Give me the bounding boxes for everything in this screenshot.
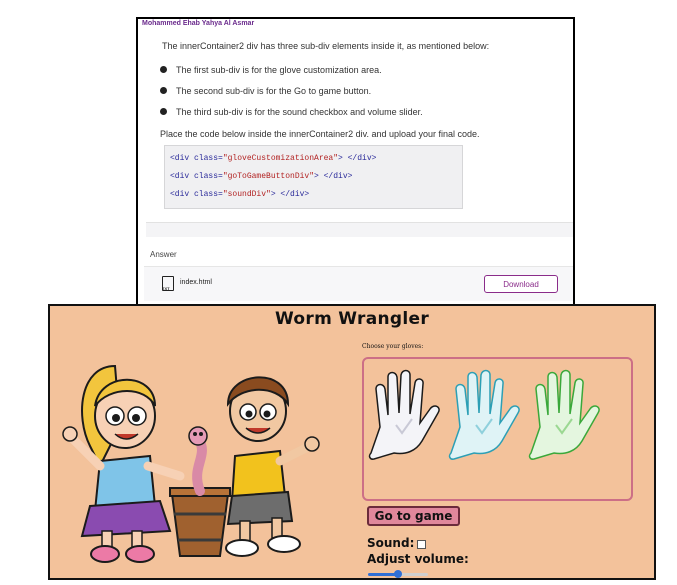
glove-green-icon[interactable] (526, 367, 606, 463)
kids-with-worm-illustration (62, 364, 320, 563)
list-item: The first sub-div is for the glove custo… (160, 65, 423, 86)
code-tag: <div class= (170, 190, 223, 199)
bullet-list: The first sub-div is for the glove custo… (160, 65, 423, 128)
bullet-text: The second sub-div is for the Go to game… (176, 86, 372, 96)
divider (146, 222, 573, 237)
sound-row: Sound: (367, 536, 427, 550)
download-button[interactable]: Download (484, 275, 558, 293)
list-item: The third sub-div is for the sound check… (160, 107, 423, 128)
assignment-panel: Mohammed Ehab Yahya Al Asmar The innerCo… (136, 17, 575, 306)
slider-thumb[interactable] (394, 570, 402, 578)
code-line: <div class="gloveCustomizationArea"> </d… (170, 154, 376, 163)
code-string: "goToGameButtonDiv" (222, 172, 315, 181)
choose-gloves-label: Choose your gloves: (362, 343, 424, 350)
sound-checkbox[interactable] (417, 540, 427, 549)
volume-slider[interactable] (368, 570, 428, 578)
bullet-icon (160, 66, 167, 73)
code-line: <div class="soundDiv"> </div> (170, 190, 309, 199)
code-string: "gloveCustomizationArea" (222, 154, 339, 163)
answer-label: Answer (150, 250, 177, 259)
bullet-icon (160, 108, 167, 115)
volume-label: Adjust volume: (367, 552, 469, 566)
glove-blue-icon[interactable] (446, 367, 526, 463)
bullet-icon (160, 87, 167, 94)
bullet-text: The first sub-div is for the glove custo… (176, 65, 382, 75)
bullet-text: The third sub-div is for the sound check… (176, 107, 423, 117)
game-page: Worm Wrangler Choose your gloves: Go to … (48, 304, 656, 580)
intro-text: The innerContainer2 div has three sub-di… (162, 41, 490, 51)
go-to-game-button[interactable]: Go to game (367, 506, 460, 526)
list-item: The second sub-div is for the Go to game… (160, 86, 423, 107)
code-tag: > </div> (338, 154, 377, 163)
code-tag: <div class= (170, 154, 223, 163)
game-title: Worm Wrangler (274, 309, 430, 329)
glove-white-icon[interactable] (366, 367, 446, 463)
sound-label: Sound: (367, 536, 415, 550)
instruction-text: Place the code below inside the innerCon… (160, 129, 480, 139)
code-string: "soundDiv" (222, 190, 271, 199)
txt-file-icon (162, 276, 174, 291)
file-name[interactable]: index.html (180, 279, 212, 286)
code-tag: <div class= (170, 172, 223, 181)
glove-customization-area (362, 357, 633, 501)
code-line: <div class="goToGameButtonDiv"> </div> (170, 172, 352, 181)
code-tag: > </div> (314, 172, 353, 181)
author-name: Mohammed Ehab Yahya Al Asmar (142, 20, 255, 27)
code-block: <div class="gloveCustomizationArea"> </d… (164, 145, 463, 209)
code-tag: > </div> (270, 190, 310, 199)
answer-file-row: index.html Download (144, 266, 573, 301)
